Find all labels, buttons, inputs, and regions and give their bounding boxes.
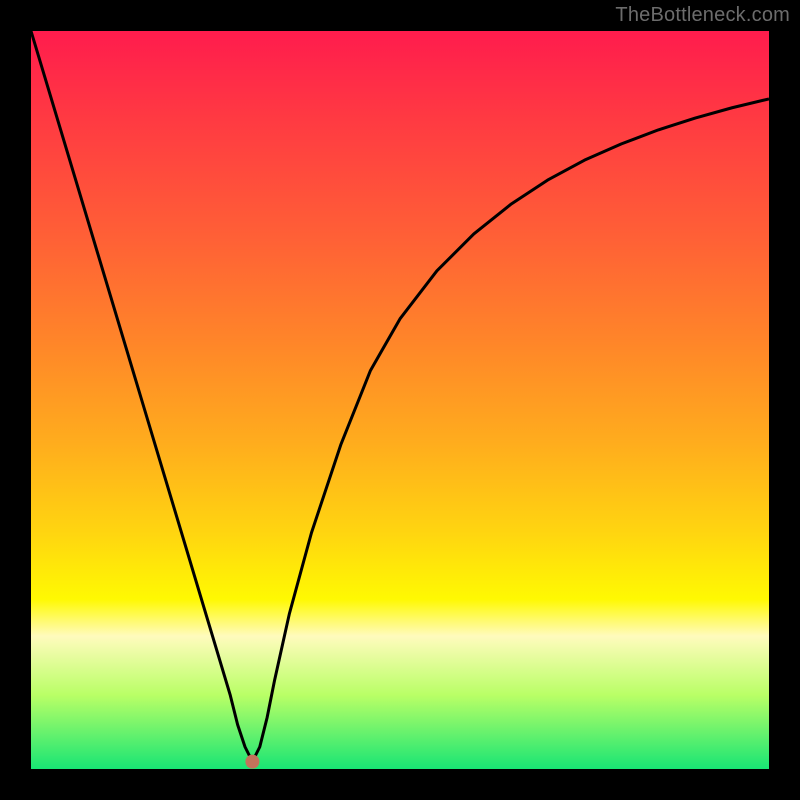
optimal-marker [245,755,259,769]
bottleneck-curve [31,31,769,762]
chart-frame: TheBottleneck.com [0,0,800,800]
plot-area [31,31,769,769]
watermark-text: TheBottleneck.com [615,4,790,27]
bottleneck-curve-svg [31,31,769,769]
